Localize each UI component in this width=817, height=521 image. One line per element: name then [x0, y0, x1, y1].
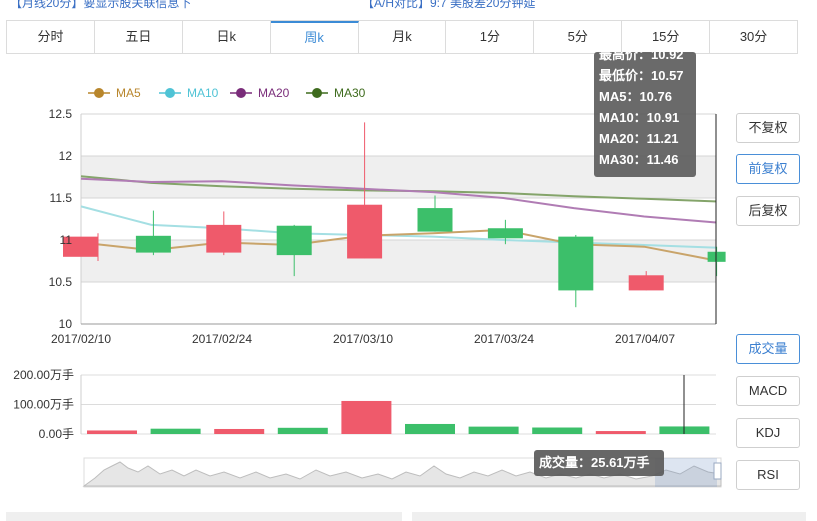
volume-bar-8 — [595, 431, 646, 434]
date-label-1: 2017/02/24 — [192, 332, 252, 346]
navigator-handle — [713, 462, 722, 480]
volume-grid — [80, 374, 716, 435]
date-label-2: 2017/03/10 — [333, 332, 393, 346]
tooltip-ma10: MA10：10.91 — [599, 110, 680, 125]
adjust-button-1[interactable]: 前复权 — [736, 154, 800, 184]
candle-body-9 — [707, 251, 726, 262]
volume-bar-6 — [468, 426, 519, 434]
legend-label-0: MA5 — [116, 86, 141, 100]
legend-label-1: MA10 — [187, 86, 219, 100]
candle-body-6 — [487, 228, 523, 239]
candle-body-8 — [628, 275, 664, 291]
bottom-panel-left — [6, 512, 402, 521]
volume-bar-3 — [277, 427, 328, 434]
volume-label-2: 0.00手 — [39, 427, 74, 441]
volume-bar-4 — [341, 400, 392, 434]
candle-body-2 — [206, 224, 242, 253]
volume-bar-1 — [150, 428, 201, 434]
price-label-2: 11 — [60, 233, 73, 247]
indicator-button-1[interactable]: MACD — [736, 376, 800, 406]
candle-body-1 — [135, 235, 171, 253]
volume-tooltip: 成交量：25.61万手 — [534, 450, 664, 476]
candle-body-3 — [276, 225, 312, 256]
volume-label-1: 100.00万手 — [13, 398, 74, 412]
price-label-3: 11.5 — [50, 191, 73, 205]
price-axis: 10 10.5 11 11.5 12 12.5 — [49, 107, 73, 331]
price-tooltip: 最高价：10.92 最低价：10.57 MA5：10.76 MA10：10.91… — [594, 52, 696, 177]
volume-axis: 200.00万手 100.00万手 0.00手 — [13, 368, 74, 441]
adjust-button-2[interactable]: 后复权 — [736, 196, 800, 226]
legend-label-2: MA20 — [258, 86, 290, 100]
candle-body-4 — [347, 204, 383, 259]
indicator-button-0[interactable]: 成交量 — [736, 334, 800, 364]
legend-marker-2 — [236, 88, 246, 98]
price-label-5: 12.5 — [49, 107, 73, 121]
volume-bar-2 — [214, 428, 265, 434]
candle-body-7 — [558, 236, 594, 291]
candle-body-5 — [417, 208, 453, 232]
date-label-3: 2017/03/24 — [474, 332, 534, 346]
legend-label-3: MA30 — [334, 86, 366, 100]
volume-bar-5 — [405, 423, 455, 434]
tooltip-low: 最低价：10.57 — [599, 68, 684, 83]
adjust-button-0[interactable]: 不复权 — [736, 113, 800, 143]
price-label-0: 10 — [59, 317, 73, 331]
legend-marker-0 — [94, 88, 104, 98]
indicator-button-2[interactable]: KDJ — [736, 418, 800, 448]
tooltip-high: 最高价：10.92 — [599, 52, 684, 62]
indicator-button-3[interactable]: RSI — [736, 460, 800, 490]
volume-bars — [87, 400, 710, 434]
volume-bar-7 — [532, 427, 583, 434]
tooltip-ma20: MA20：11.21 — [599, 131, 679, 146]
legend-marker-1 — [165, 88, 175, 98]
date-label-0: 2017/02/10 — [51, 332, 111, 346]
price-label-1: 10.5 — [49, 275, 73, 289]
volume-label-0: 200.00万手 — [13, 368, 74, 382]
bottom-panel-right — [412, 512, 806, 521]
navigator-selection — [655, 458, 717, 487]
legend-marker-3 — [312, 88, 322, 98]
date-label-4: 2017/04/07 — [615, 332, 675, 346]
tooltip-ma5: MA5：10.76 — [599, 89, 672, 104]
tooltip-ma30: MA30：11.46 — [599, 152, 679, 167]
ma-legend: MA5 MA10 MA20 MA30 — [88, 86, 366, 100]
volume-bar-0 — [87, 430, 137, 434]
date-axis: 2017/02/10 2017/02/24 2017/03/10 2017/03/24… — [51, 332, 675, 346]
price-label-4: 12 — [59, 149, 73, 163]
